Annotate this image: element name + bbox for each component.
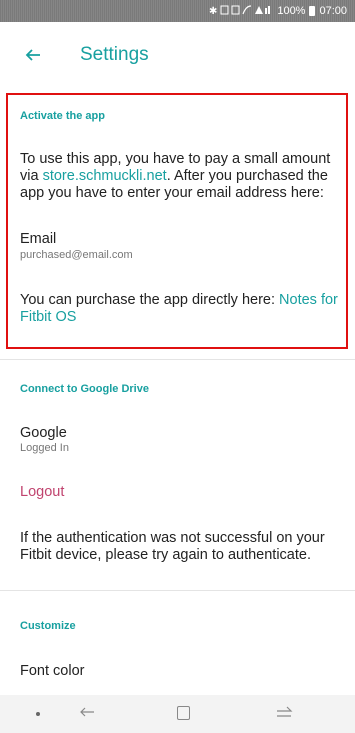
nav-back-icon[interactable] xyxy=(78,703,96,721)
status-symbols-icon: ✱ xyxy=(209,4,271,17)
email-field[interactable]: purchased@email.com xyxy=(20,249,133,261)
auth-note: If the authentication was not successful… xyxy=(20,530,325,563)
system-nav-bar xyxy=(0,695,355,733)
customize-header: Customize xyxy=(20,620,76,632)
google-drive-header: Connect to Google Drive xyxy=(20,383,149,395)
page-title: Settings xyxy=(80,44,149,65)
activate-description: To use this app, you have to pay a small… xyxy=(20,151,340,202)
activate-header: Activate the app xyxy=(20,110,105,122)
app-bar: Settings xyxy=(0,22,355,90)
section-divider xyxy=(0,359,355,360)
status-bar: ✱ 100% 07:00 xyxy=(0,0,355,22)
battery-icon xyxy=(309,6,316,16)
section-divider xyxy=(0,590,355,591)
store-link[interactable]: store.schmuckli.net xyxy=(43,168,167,184)
back-arrow-icon[interactable] xyxy=(24,46,42,64)
purchase-text: You can purchase the app directly here: xyxy=(20,292,280,308)
svg-text:✱: ✱ xyxy=(209,6,218,16)
nav-home-icon[interactable] xyxy=(177,706,190,720)
google-account-status: Logged In xyxy=(20,442,69,454)
email-label: Email xyxy=(20,231,57,247)
nav-recent-apps-icon[interactable] xyxy=(274,703,294,723)
status-time: 07:00 xyxy=(319,5,347,17)
nav-dot-icon xyxy=(36,712,40,716)
google-account-label[interactable]: Google xyxy=(20,425,67,441)
logout-button[interactable]: Logout xyxy=(20,484,64,500)
battery-percent: 100% xyxy=(277,5,306,17)
purchase-description: You can purchase the app directly here: … xyxy=(20,292,340,326)
status-icons: ✱ xyxy=(209,4,271,19)
font-color-setting[interactable]: Font color xyxy=(20,663,84,679)
